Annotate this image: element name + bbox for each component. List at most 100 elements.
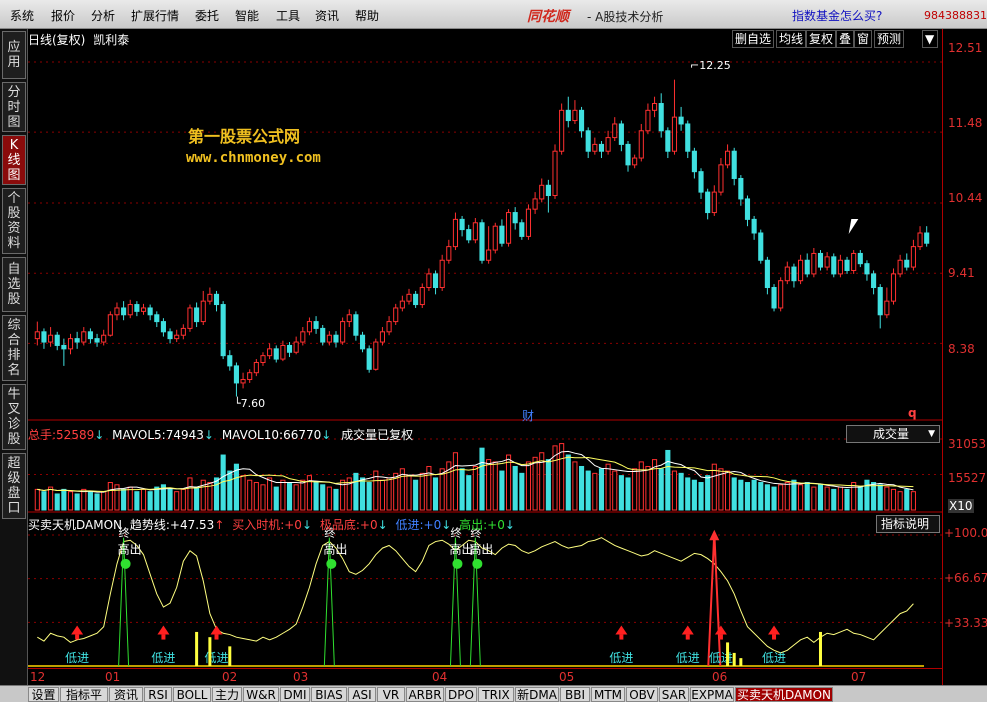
menu-news[interactable]: 资讯 — [315, 7, 339, 24]
ad-link[interactable]: 指数基金怎么买? — [792, 7, 882, 24]
indicator-tab[interactable]: MTM — [591, 687, 625, 702]
candle-body — [187, 307, 193, 329]
volume-bar — [240, 475, 246, 511]
forecast-button[interactable]: 预测 — [874, 30, 905, 48]
candle-body — [671, 116, 678, 152]
indicator-tab[interactable]: DMI — [280, 687, 310, 702]
indicator-tab[interactable]: 新DMA — [515, 687, 559, 702]
q-marker[interactable]: q — [908, 406, 917, 420]
menu-analysis[interactable]: 分析 — [91, 7, 115, 24]
indicator-tab[interactable]: SAR — [659, 687, 689, 702]
menu-trade[interactable]: 委托 — [195, 7, 219, 24]
sell-dot — [472, 558, 483, 569]
date-tick: 03 — [293, 670, 309, 684]
volume-bar — [174, 491, 180, 511]
candle-body — [107, 314, 113, 336]
candle-body — [552, 150, 558, 197]
adjust-button[interactable]: 复权 — [806, 30, 837, 48]
period-label[interactable]: 日线(复权) — [28, 33, 85, 47]
volume-selector[interactable]: 成交量 ▼ — [846, 425, 940, 443]
menu-smart[interactable]: 智能 — [235, 7, 259, 24]
price-tick: 11.48 — [948, 116, 983, 130]
indicator-tab[interactable]: BBI — [560, 687, 590, 702]
indicator-tab[interactable]: BOLL — [173, 687, 211, 702]
volume-bar — [472, 465, 478, 511]
sidebar-tab-label: 自选股 — [7, 262, 21, 307]
overlay-button[interactable]: 叠 — [836, 30, 855, 48]
candle-body — [718, 164, 724, 193]
candle-body — [446, 246, 452, 261]
buy-arrow — [768, 625, 781, 635]
sidebar-tab-super-panel[interactable]: 超级盘口 — [2, 453, 26, 519]
indicator-tab[interactable]: RSI — [144, 687, 172, 702]
indicator-name[interactable]: 买卖天机DAMON — [28, 518, 122, 532]
indicator-tab[interactable]: OBV — [626, 687, 658, 702]
indicator-tab[interactable]: ARBR — [406, 687, 444, 702]
candle-body — [247, 372, 253, 381]
volume-bar — [811, 486, 817, 511]
indicator-tab[interactable]: 买卖天机DAMON — [735, 687, 833, 702]
indicator-help-button[interactable]: 指标说明 — [876, 515, 940, 533]
window-button[interactable]: 窗 — [854, 30, 873, 48]
indicator-tab[interactable]: 资讯 — [109, 687, 143, 702]
candle-body — [751, 218, 757, 234]
indicator-tab[interactable]: 主力 — [212, 687, 242, 702]
candle-body — [711, 191, 717, 214]
candle-body — [121, 307, 127, 316]
indicator-tab[interactable]: EXPMA — [690, 687, 734, 702]
sidebar-tab-stock-profile[interactable]: 个股资料 — [2, 188, 26, 254]
indicator-tab[interactable]: 指标平台 — [60, 687, 108, 702]
candle-body — [824, 256, 830, 268]
indicator-tab[interactable]: W&R — [243, 687, 279, 702]
volume-bar — [353, 472, 359, 511]
moving-average-button[interactable]: 均线 — [776, 30, 807, 48]
volume-bar — [273, 486, 279, 511]
candle-body — [280, 344, 286, 360]
indicator-tab[interactable]: BIAS — [311, 687, 347, 702]
sidebar-tab-kline[interactable]: K线图 — [2, 135, 26, 185]
signal-bar — [732, 652, 736, 666]
volume-bar — [758, 482, 764, 511]
candle-body — [101, 334, 107, 343]
indicator-tab[interactable]: 设置 — [28, 687, 59, 702]
sidebar-tab-intraday[interactable]: 分时图 — [2, 82, 26, 132]
menu-help[interactable]: 帮助 — [355, 7, 379, 24]
remove-watchlist-button[interactable]: 删自选 — [732, 30, 775, 48]
indicator-help-label: 指标说明 — [881, 517, 930, 531]
sell-dot — [326, 558, 337, 569]
indicator-tab[interactable]: TRIX — [478, 687, 514, 702]
volume-bar — [253, 482, 259, 511]
sidebar-tab-apps[interactable]: 应用 — [2, 31, 26, 79]
candle-body — [147, 307, 153, 316]
volume-bar — [691, 479, 697, 511]
candle-body — [778, 280, 784, 309]
indicator-tab[interactable]: VR — [377, 687, 405, 702]
menu-system[interactable]: 系统 — [10, 7, 34, 24]
total-volume-value: 52589 — [56, 428, 95, 442]
candle-body — [811, 252, 817, 275]
candle-body — [393, 307, 399, 323]
indicator-tab[interactable]: DPO — [445, 687, 477, 702]
sidebar-tab-watchlist[interactable]: 自选股 — [2, 257, 26, 312]
volume-unit: X10 — [948, 499, 974, 513]
volume-bar — [857, 486, 863, 511]
sidebar-tab-diagnosis[interactable]: 牛叉诊股 — [2, 384, 26, 450]
indicator-tab[interactable]: ASI — [348, 687, 376, 702]
low-price-value: 7.60 — [240, 397, 266, 410]
candle-body — [320, 327, 326, 343]
buy-arrow — [210, 625, 223, 635]
menu-extended-market[interactable]: 扩展行情 — [131, 7, 179, 24]
menu-tools[interactable]: 工具 — [276, 7, 300, 24]
toolbar-dropdown-icon[interactable]: ▼ — [922, 30, 938, 48]
sidebar-tab-ranking[interactable]: 综合排名 — [2, 315, 26, 381]
candle-body — [293, 341, 299, 353]
menu-quote[interactable]: 报价 — [51, 7, 75, 24]
chart-area[interactable]: 高出终高出终高出终高出终低进 低进 低进 低进 低进 低进 低进 日线(复权) 凯利泰 删自… — [28, 29, 942, 685]
finance-event-marker[interactable]: 财 — [522, 407, 534, 424]
app-title: - A股技术分析 — [587, 10, 664, 24]
date-tick: 04 — [432, 670, 448, 684]
buy-signal-text: 低进 — [709, 651, 733, 665]
candle-body — [253, 361, 259, 374]
candle-body — [180, 327, 186, 336]
mavol5-value: 74943 — [165, 428, 204, 442]
